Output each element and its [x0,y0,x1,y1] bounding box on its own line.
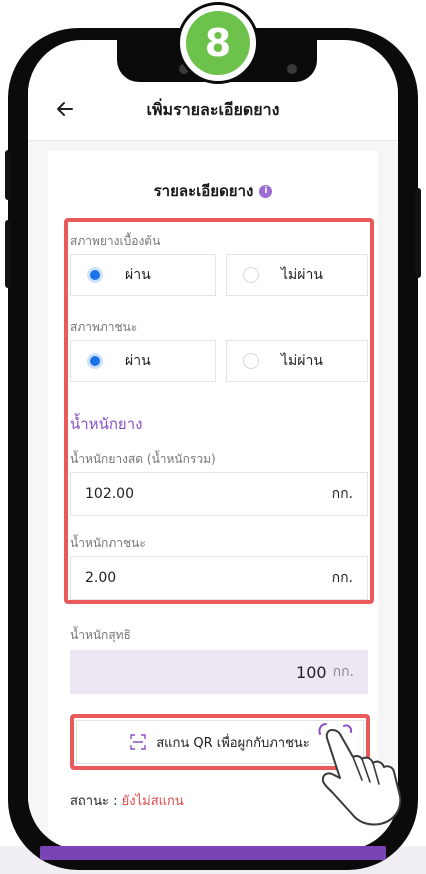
app-header: เพิ่มรายละเอียดยาง [28,80,398,141]
container-condition-pass-option[interactable]: ผ่าน [70,340,216,382]
container-weight-label: น้ำหนักภาชนะ [70,536,146,550]
fresh-weight-input[interactable]: 102.00 กก. [70,472,368,516]
phone-side-button [5,150,11,200]
qr-scan-icon [130,734,146,750]
step-number: 8 [186,11,250,75]
net-weight-display: 100 กก. [70,650,368,694]
fresh-weight-unit: กก. [331,486,353,502]
initial-condition-label: สภาพยางเบื้องต้น [70,234,161,248]
radio-selected-icon [87,353,103,369]
radio-selected-icon [87,267,103,283]
info-icon[interactable]: i [259,185,273,198]
container-weight-input[interactable]: 2.00 กก. [70,556,368,600]
status-value: ยังไม่สแกน [121,794,184,809]
option-label: ผ่าน [125,267,151,283]
phone-side-button [415,188,421,278]
phone-side-button [5,220,11,288]
sensor-dot [287,64,297,74]
net-weight-unit: กก. [332,664,354,680]
radio-unselected-icon [243,267,259,283]
option-label: ไม่ผ่าน [281,267,323,283]
container-weight-unit: กก. [331,570,353,586]
container-weight-value: 2.00 [85,570,117,586]
pointing-hand-icon [318,723,402,826]
radio-unselected-icon [243,353,259,369]
fresh-weight-label: น้ำหนักยางสด (น้ำหนักรวม) [70,452,216,466]
back-arrow-icon[interactable] [50,94,80,124]
option-label: ผ่าน [125,353,151,369]
fresh-weight-value: 102.00 [85,486,134,502]
status-label: สถานะ : [70,794,122,809]
option-label: ไม่ผ่าน [281,353,323,369]
step-badge: 8 [177,2,259,84]
scan-qr-label: สแกน QR เพื่อผูกกับภาชนะ [156,735,310,751]
net-weight-label: น้ำหนักสุทธิ [70,628,131,642]
initial-condition-pass-option[interactable]: ผ่าน [70,254,216,296]
weight-section-title: น้ำหนักยาง [70,415,143,433]
container-condition-label: สภาพภาชนะ [70,320,138,334]
page-title: เพิ่มรายละเอียดยาง [146,99,280,119]
card-title: รายละเอียดยาง i [48,179,378,203]
initial-condition-fail-option[interactable]: ไม่ผ่าน [226,254,368,296]
card-title-text: รายละเอียดยาง [153,182,254,200]
bottom-action-bar[interactable] [40,846,386,860]
scan-status: สถานะ : ยังไม่สแกน [70,790,184,811]
container-condition-fail-option[interactable]: ไม่ผ่าน [226,340,368,382]
net-weight-value: 100 [296,662,327,682]
